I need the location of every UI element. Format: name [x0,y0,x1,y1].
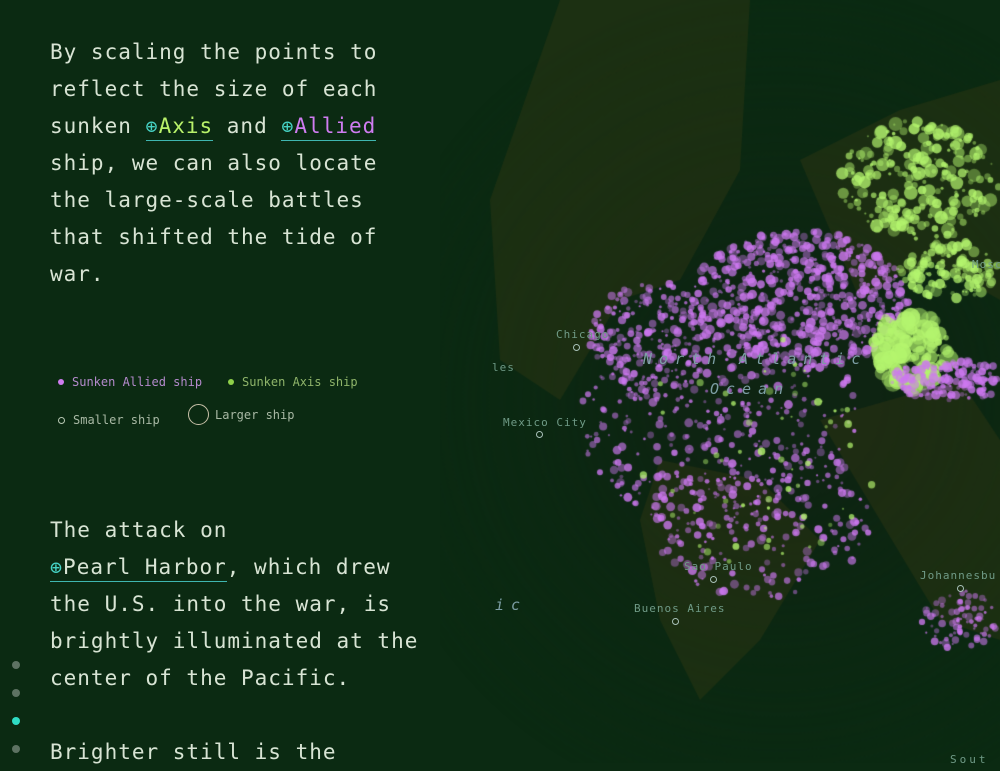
nav-dot-1[interactable] [12,661,20,669]
map-label-chicago: Chicago [556,328,610,341]
city-marker-sao-paulo [710,576,717,583]
plus-circle-icon: ⊕ [50,555,64,579]
axis-link[interactable]: ⊕Axis [145,114,214,141]
para-text: and [213,114,282,138]
legend-larger: Larger ship [188,404,294,425]
allied-link-label: Allied [294,114,377,138]
city-marker-buenos-aires [672,618,679,625]
para-text: ship, we can also locate the large-scale… [50,151,378,286]
large-circle-icon [188,404,209,425]
map-label-mexico-city: Mexico City [503,416,587,429]
nav-dot-3-active[interactable] [12,717,20,725]
pearl-harbor-link[interactable]: ⊕Pearl Harbor [50,555,227,582]
plus-circle-icon: ⊕ [145,114,159,138]
legend-label: Sunken Allied ship [72,375,203,389]
map-label-sao-paulo: Sao Paulo [684,560,753,573]
map-label-buenos-aires: Buenos Aires [634,602,726,615]
legend-label: Sunken Axis ship [242,375,358,389]
para-text: The attack on [50,518,228,542]
axis-link-label: Axis [158,114,214,138]
allied-link[interactable]: ⊕Allied [281,114,377,141]
map-label-pacific: ic [495,596,528,614]
legend-allied: Sunken Allied ship [58,375,202,389]
legend-axis: Sunken Axis ship [228,375,358,389]
story-paragraph-3: Brighter still is the [50,740,337,764]
legend-label: Smaller ship [73,413,160,427]
pearl-harbor-label: Pearl Harbor [63,555,227,579]
story-paragraph-1: By scaling the points to reflect the siz… [50,34,430,293]
map-label-ocean: Ocean [710,380,791,398]
map-label-south: Sout [950,753,989,766]
nav-dot-4[interactable] [12,745,20,753]
city-marker-johannesburg [957,585,964,592]
legend-label: Larger ship [215,407,295,422]
map-label-los-angeles: les [492,361,515,374]
small-circle-icon [58,416,65,424]
city-marker-chicago [573,344,580,351]
map-label-north-atlantic: North Atlantic [643,350,868,368]
map-label-johannesburg: Johannesbu [920,569,997,582]
legend-smaller: Smaller ship [58,413,160,427]
nav-dot-2[interactable] [12,689,20,697]
plus-circle-icon: ⊕ [281,114,295,138]
map-label-moscow: Mosc [972,258,1000,271]
city-marker-mexico-city [536,431,543,438]
axis-dot-icon [228,379,234,385]
story-paragraph-2: The attack on ⊕Pearl Harbor, which drew … [50,512,430,697]
allied-dot-icon [58,379,64,385]
